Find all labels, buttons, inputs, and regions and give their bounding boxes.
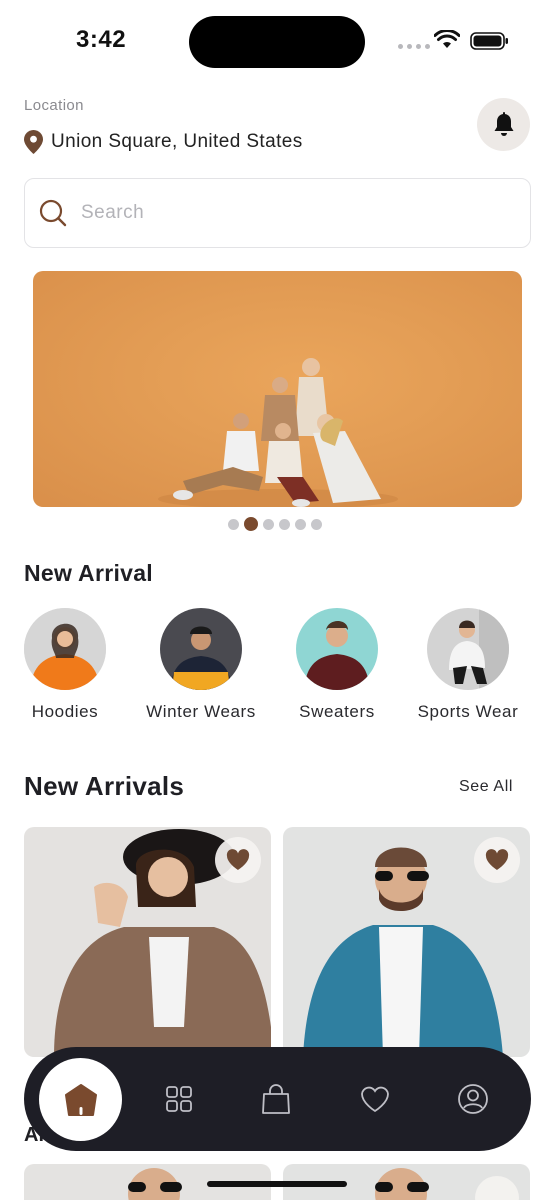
category-label: Winter Wears xyxy=(146,702,256,721)
category-label: Hoodies xyxy=(31,702,99,721)
location-label: Location xyxy=(24,97,84,114)
category-winter-wears[interactable]: Winter Wears xyxy=(136,608,266,722)
category-sports-wear[interactable]: Sports Wear xyxy=(403,608,533,722)
pagination-dot-active[interactable] xyxy=(244,517,258,531)
promo-banner[interactable] xyxy=(33,271,522,507)
new-arrivals-title: New Arrivals xyxy=(24,771,185,801)
notifications-button[interactable] xyxy=(477,98,530,151)
status-time: 3:42 xyxy=(76,26,127,53)
profile-icon xyxy=(458,1084,488,1114)
pagination-dot[interactable] xyxy=(295,518,306,530)
banner-image xyxy=(158,358,398,507)
location-selector[interactable]: Union Square, United States xyxy=(24,130,303,154)
category-label: Sweaters xyxy=(299,702,375,721)
battery-icon xyxy=(470,32,508,50)
pagination-dot[interactable] xyxy=(279,518,290,530)
banner-pagination[interactable] xyxy=(228,517,322,531)
search-bar[interactable] xyxy=(24,178,531,248)
category-sweaters[interactable]: Sweaters xyxy=(272,608,402,722)
heart-filled-icon xyxy=(485,849,509,870)
nav-wishlist[interactable] xyxy=(359,1083,391,1115)
nav-cart[interactable] xyxy=(260,1083,292,1115)
pagination-dot[interactable] xyxy=(228,518,239,530)
heart-icon xyxy=(361,1086,389,1113)
category-image xyxy=(296,608,378,690)
dynamic-island xyxy=(189,16,365,68)
nav-categories[interactable] xyxy=(163,1083,195,1115)
search-input[interactable] xyxy=(81,202,501,224)
favorite-button[interactable] xyxy=(474,837,520,883)
category-label: Sports Wear xyxy=(417,702,519,721)
heart-filled-icon xyxy=(226,849,250,870)
favorite-button[interactable] xyxy=(215,837,261,883)
category-image xyxy=(24,608,106,690)
signal-icon xyxy=(398,44,430,49)
wifi-icon xyxy=(434,30,460,48)
category-image xyxy=(427,608,509,690)
category-hoodies[interactable]: Hoodies xyxy=(0,608,130,722)
pagination-dot[interactable] xyxy=(263,518,274,530)
location-text: Union Square, United States xyxy=(51,131,303,152)
home-icon xyxy=(64,1083,97,1116)
bell-icon xyxy=(494,111,513,136)
home-indicator xyxy=(207,1181,347,1187)
nav-home[interactable] xyxy=(39,1058,122,1141)
search-icon xyxy=(39,199,67,227)
see-all-link[interactable]: See All xyxy=(459,778,513,796)
categories-title: New Arrival xyxy=(24,560,154,586)
location-pin-icon xyxy=(24,130,43,154)
status-bar: 3:42 xyxy=(0,0,554,80)
nav-profile[interactable] xyxy=(457,1083,489,1115)
product-card[interactable] xyxy=(24,827,271,1057)
pagination-dot[interactable] xyxy=(311,518,322,530)
bottom-nav xyxy=(24,1047,531,1151)
category-image xyxy=(160,608,242,690)
product-card[interactable] xyxy=(283,827,530,1057)
grid-icon xyxy=(166,1086,192,1112)
bag-icon xyxy=(262,1084,290,1114)
